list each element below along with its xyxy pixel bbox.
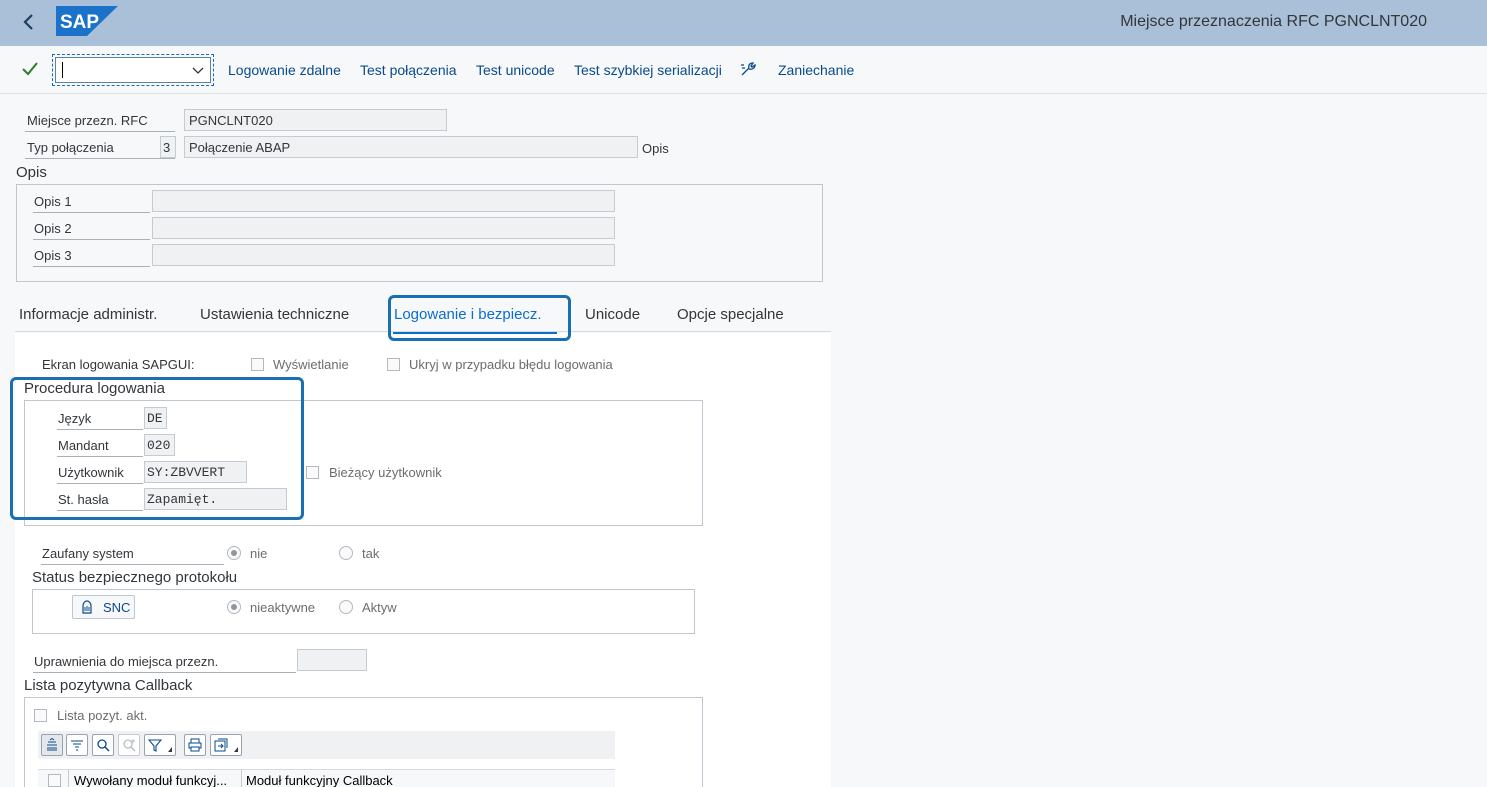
print-icon — [188, 738, 202, 752]
text-caret — [62, 62, 63, 78]
description-2-field[interactable] — [152, 217, 615, 239]
snc-button[interactable]: SNC — [72, 595, 135, 619]
snc-button-label: SNC — [103, 600, 131, 615]
snc-status-title: Status bezpiecznego protokołu — [32, 569, 238, 586]
chevron-down-icon[interactable] — [192, 64, 204, 76]
alv-toolbar — [38, 731, 615, 759]
sort-icon — [71, 740, 83, 751]
tab-admin-info[interactable]: Informacje administr. — [19, 306, 157, 323]
filter-button[interactable] — [144, 734, 176, 756]
find-button[interactable] — [92, 734, 114, 756]
description-1-field[interactable] — [152, 190, 615, 212]
column-separator — [241, 770, 242, 787]
shell-bar: SAP Miejsce przeznaczenia RFC PGNCLNT020 — [0, 0, 1487, 46]
type-suffix-label: Opis — [642, 141, 669, 156]
authorization-field[interactable] — [297, 649, 367, 671]
command-field[interactable] — [55, 57, 211, 83]
trusted-yes-label: tak — [362, 546, 380, 561]
column-separator — [68, 770, 69, 787]
sapgui-label: Ekran logowania SAPGUI: — [42, 357, 195, 372]
sort-button[interactable] — [66, 734, 88, 756]
callback-active-label: Lista pozyt. akt. — [57, 708, 148, 723]
description-1-label: Opis 1 — [33, 194, 150, 213]
back-icon[interactable] — [17, 10, 41, 34]
column-header-called-fm[interactable]: Wywołany moduł funkcyj... — [74, 773, 227, 787]
sapgui-hide-error-checkbox[interactable] — [387, 358, 400, 371]
dest-label: Miejsce przezn. RFC — [25, 113, 175, 132]
export-button[interactable] — [210, 734, 242, 756]
trusted-no-radio[interactable] — [227, 546, 241, 560]
tab-technical-settings[interactable]: Ustawienia techniczne — [200, 306, 349, 323]
type-value-field: Połączenie ABAP — [184, 136, 638, 158]
trusted-no-label: nie — [250, 546, 268, 561]
find-next-button[interactable] — [118, 734, 140, 756]
alv-header-row: Wywołany moduł funkcyj... Moduł funkcyjn… — [38, 769, 615, 787]
serialization-test-button[interactable]: Test szybkiej serializacji — [574, 62, 722, 78]
snc-active-radio[interactable] — [339, 600, 353, 614]
description-title: Opis — [16, 164, 47, 181]
search-next-icon — [123, 739, 136, 752]
sap-logo-text: SAP — [60, 12, 99, 33]
logon-procedure-highlight-box — [10, 377, 304, 520]
dest-field[interactable]: PGNCLNT020 — [184, 109, 447, 131]
callback-active-checkbox[interactable] — [34, 709, 47, 722]
cancel-button[interactable]: Zaniechanie — [778, 62, 854, 78]
callback-title: Lista pozytywna Callback — [24, 677, 193, 694]
current-user-label: Bieżący użytkownik — [329, 465, 442, 480]
page-title: Miejsce przeznaczenia RFC PGNCLNT020 — [1120, 13, 1427, 30]
unicode-test-button[interactable]: Test unicode — [476, 62, 555, 78]
filter-icon — [148, 739, 162, 752]
description-3-label: Opis 3 — [33, 248, 150, 267]
connection-test-button[interactable]: Test połączenia — [360, 62, 457, 78]
details-icon — [47, 738, 57, 751]
check-icon[interactable] — [21, 60, 39, 78]
search-icon — [97, 739, 110, 752]
lock-icon — [82, 600, 92, 614]
sapgui-show-checkbox[interactable] — [251, 358, 264, 371]
trusted-yes-radio[interactable] — [339, 546, 353, 560]
snc-inactive-label: nieaktywne — [250, 600, 316, 615]
wrench-icon[interactable] — [739, 61, 756, 78]
remote-logon-button[interactable]: Logowanie zdalne — [228, 62, 341, 78]
snc-active-label: Aktyw — [362, 600, 397, 615]
tab-unicode[interactable]: Unicode — [585, 306, 640, 323]
snc-inactive-radio[interactable] — [227, 600, 241, 614]
sapgui-hide-error-label: Ukryj w przypadku błędu logowania — [409, 357, 613, 372]
export-icon — [214, 738, 228, 752]
current-user-checkbox[interactable] — [306, 466, 319, 479]
details-button[interactable] — [41, 734, 63, 756]
sap-logo: SAP — [56, 6, 118, 36]
sapgui-show-label: Wyświetlanie — [273, 357, 349, 372]
print-button[interactable] — [184, 734, 206, 756]
column-header-callback-fm[interactable]: Moduł funkcyjny Callback — [246, 773, 393, 787]
trusted-system-label: Zaufany system — [41, 546, 224, 565]
select-all-checkbox[interactable] — [48, 774, 61, 787]
authorization-label: Uprawnienia do miejsca przezn. — [33, 654, 296, 673]
type-label: Typ połączenia — [25, 140, 175, 159]
tab-special-options[interactable]: Opcje specjalne — [677, 306, 784, 323]
description-3-field[interactable] — [152, 244, 615, 266]
tab-highlight-box — [388, 295, 571, 341]
description-2-label: Opis 2 — [33, 221, 150, 240]
type-code-field[interactable]: 3 — [160, 136, 176, 158]
